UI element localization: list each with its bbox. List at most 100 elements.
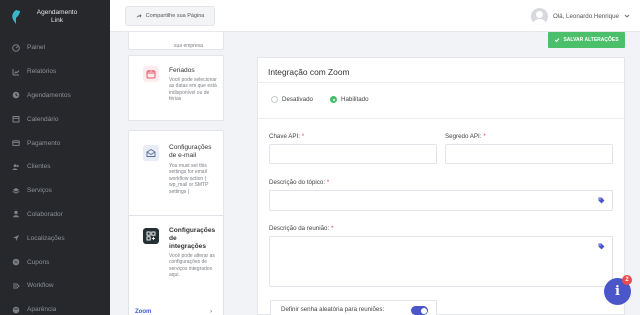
radio-enabled-circle[interactable] (330, 96, 337, 103)
divider (258, 82, 624, 83)
sidebar-item-agendamentos[interactable]: Agendamentos (0, 84, 110, 108)
tag-icon[interactable] (598, 243, 605, 250)
radio-disabled[interactable]: Desativado (271, 96, 313, 103)
palette-icon (11, 305, 20, 314)
sidebar-item-workflow[interactable]: Workflow (0, 274, 110, 298)
integrations-card-desc: Você pode alterar as configurações de se… (169, 253, 215, 279)
meeting-description-label: Descrição da reunião: * (269, 225, 333, 232)
meeting-description-input[interactable] (269, 236, 613, 287)
sidebar-item-localizacoes[interactable]: Localizações (0, 226, 110, 250)
share-page-button[interactable]: Compartilhe sua Página (125, 6, 215, 26)
location-arrow-icon (11, 234, 20, 243)
random-password-label: Definir senha aleatória para reuniões: (281, 306, 385, 313)
sidebar-item-calendario[interactable]: Calendário (0, 107, 110, 131)
email-card-title-line-1: Configurações (169, 144, 212, 151)
sidebar: Agendamento Link Painel Relatórios Agend… (0, 0, 110, 315)
radio-enabled-label: Habilitado (341, 96, 369, 103)
company-card-desc: sua empresa (174, 43, 203, 49)
radio-enabled[interactable]: Habilitado (330, 96, 369, 103)
api-key-input[interactable] (269, 144, 437, 164)
divider (258, 118, 624, 119)
sidebar-item-label: Pagamento (27, 139, 61, 147)
sidebar-item-label: Relatórios (27, 68, 57, 76)
integrations-card-title-line-2: de (169, 235, 177, 242)
required-mark: * (301, 133, 305, 140)
panel-title: Integração com Zoom (268, 67, 350, 77)
zoom-integration-link[interactable]: Zoom (135, 309, 151, 315)
sidebar-item-relatorios[interactable]: Relatórios (0, 60, 110, 84)
required-mark: * (326, 179, 330, 186)
sidebar-item-label: Calendário (27, 115, 59, 123)
integrations-card-title-line-3: integrações (169, 243, 207, 250)
save-changes-button[interactable]: SALVAR ALTERAÇÕES (548, 32, 625, 48)
topbar: Compartilhe sua Página Olá, Leonardo Hen… (110, 0, 640, 32)
user-menu[interactable]: Olá, Leonardo Henrique (530, 6, 630, 26)
clock-icon (11, 91, 20, 100)
sidebar-item-label: Aparência (27, 306, 57, 314)
avatar (530, 7, 548, 25)
sidebar-item-label: Cupons (27, 258, 50, 266)
random-password-toggle[interactable] (411, 306, 428, 315)
integrations-settings-card[interactable]: Configurações de integrações Você pode a… (128, 215, 224, 315)
radio-disabled-circle[interactable] (271, 96, 278, 103)
random-password-setting: Definir senha aleatória para reuniões: (270, 300, 437, 315)
envelope-icon (143, 145, 159, 161)
user-icon (11, 210, 20, 219)
notification-badge: 2 (622, 275, 632, 285)
tag-icon[interactable] (598, 197, 605, 204)
card-icon (11, 139, 20, 148)
sidebar-item-label: Localizações (27, 234, 65, 242)
sidebar-item-clientes[interactable]: Clientes (0, 155, 110, 179)
svg-text:%: % (13, 260, 17, 265)
coupon-icon: % (11, 258, 20, 267)
sidebar-item-aparencia[interactable]: Aparência (0, 298, 110, 315)
brand-line-1: Agendamento (36, 9, 78, 16)
chevron-down-icon (624, 14, 630, 18)
share-icon (136, 14, 142, 18)
sidebar-item-pagamento[interactable]: Pagamento (0, 131, 110, 155)
chart-icon (11, 67, 20, 76)
brand-name: Agendamento Link (34, 9, 80, 25)
required-mark: * (483, 133, 486, 140)
holidays-card-title: Feriados (169, 67, 195, 74)
info-icon: i (615, 284, 620, 299)
required-mark: * (330, 225, 334, 232)
share-page-label: Compartilhe sua Página (145, 13, 205, 19)
meeting-description-label-text: Descrição da reunião: (269, 225, 330, 232)
users-icon (11, 162, 20, 171)
workflow-icon (11, 281, 20, 290)
sidebar-item-label: Painel (27, 44, 46, 52)
company-settings-card[interactable]: sua empresa (128, 32, 224, 50)
api-secret-label-text: Segredo API: (445, 133, 482, 140)
sidebar-item-cupons[interactable]: % Cupons (0, 250, 110, 274)
integrations-card-title-line-1: Configurações (169, 227, 216, 234)
sidebar-item-label: Clientes (27, 163, 51, 171)
sidebar-nav: Painel Relatórios Agendamentos Calendári… (0, 36, 110, 315)
layers-icon (11, 186, 20, 195)
brand-logo-icon (10, 9, 22, 25)
sidebar-item-colaborador[interactable]: Colaborador (0, 203, 110, 227)
brand[interactable]: Agendamento Link (0, 0, 110, 34)
sidebar-item-painel[interactable]: Painel (0, 36, 110, 60)
topic-description-input[interactable] (269, 190, 613, 211)
api-secret-input[interactable] (445, 144, 613, 164)
sidebar-item-label: Colaborador (27, 210, 63, 218)
holidays-card[interactable]: Feriados Você pode selecionar as datas e… (128, 55, 224, 121)
integrations-grid-icon (143, 228, 159, 244)
user-greeting: Olá, Leonardo Henrique (552, 12, 619, 20)
brand-line-2: Link (51, 17, 63, 24)
api-key-label-text: Chave API: (269, 133, 300, 140)
sidebar-item-label: Agendamentos (27, 91, 71, 99)
settings-cards: sua empresa Feriados Você pode seleciona… (123, 32, 224, 315)
calendar-icon (143, 66, 159, 82)
calendar-icon (11, 115, 20, 124)
chevron-right-icon: › (210, 309, 212, 315)
api-secret-label: Segredo API: * (445, 133, 486, 140)
api-key-label: Chave API: * (269, 133, 304, 140)
sidebar-item-servicos[interactable]: Serviços (0, 179, 110, 203)
topic-description-label: Descrição do tópico: * (269, 179, 329, 186)
sidebar-item-label: Workflow (27, 282, 54, 290)
holidays-card-desc: Você pode selecionar as datas em que est… (169, 77, 217, 103)
topic-description-label-text: Descrição do tópico: (269, 179, 326, 186)
check-icon (555, 38, 560, 43)
